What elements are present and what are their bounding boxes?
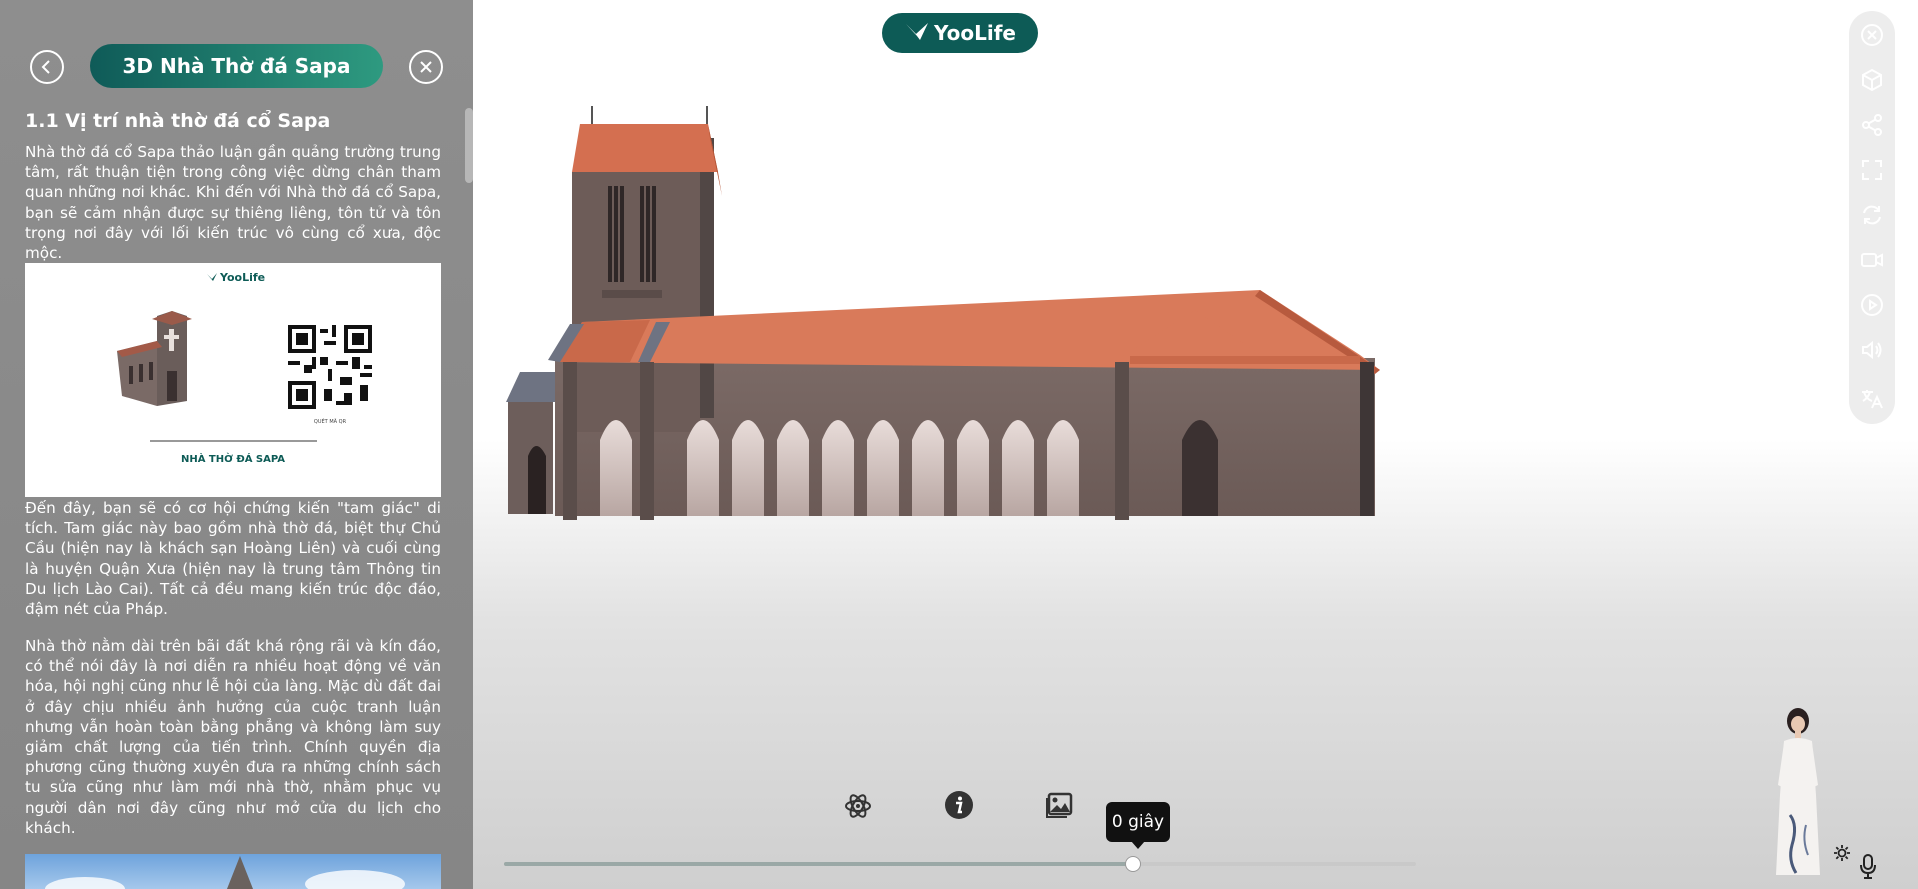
timeline-handle[interactable]: [1125, 856, 1142, 872]
time-tooltip: 0 giây: [1106, 802, 1170, 842]
translate-icon[interactable]: [1860, 387, 1884, 411]
yoolife-logo-icon: [207, 272, 217, 281]
chevron-left-icon: [41, 60, 50, 74]
back-button[interactable]: [30, 50, 64, 84]
card-brand: YooLife: [206, 271, 265, 284]
right-toolbar: [1849, 11, 1895, 424]
sidebar-content[interactable]: 1.1 Vị trí nhà thờ đá cổ Sapa Nhà thờ đá…: [0, 108, 465, 889]
paragraph-3: Nhà thờ nằm dài trên bãi đất khá rộng rã…: [25, 637, 441, 837]
microphone-icon[interactable]: [1858, 853, 1878, 879]
volume-icon[interactable]: [1860, 338, 1884, 362]
section-heading: 1.1 Vị trí nhà thờ đá cổ Sapa: [25, 110, 331, 132]
close-sidebar-button[interactable]: [409, 50, 443, 84]
video-icon[interactable]: [1860, 248, 1884, 272]
church-thumbnail: [117, 311, 192, 406]
gallery-icon[interactable]: [1045, 790, 1075, 820]
yoolife-logo-icon: [906, 23, 928, 40]
church-photo: [25, 854, 441, 889]
play-icon[interactable]: [1860, 293, 1884, 317]
info-card-image: YooLife QUÉT MÃ QR NHÀ THỜ ĐÁ SAPA: [25, 263, 441, 497]
cube-icon[interactable]: [1860, 68, 1884, 92]
card-caption: NHÀ THỜ ĐÁ SAPA: [180, 454, 286, 465]
yoolife-logo[interactable]: YooLife: [882, 13, 1038, 53]
page-title: 3D Nhà Thờ đá Sapa: [90, 44, 383, 88]
fullscreen-icon[interactable]: [1860, 158, 1884, 182]
church-3d-model[interactable]: [500, 100, 1390, 530]
atom-icon[interactable]: [843, 791, 873, 821]
virtual-guide-avatar[interactable]: [1768, 705, 1828, 877]
qr-caption: QUÉT MÃ QR: [313, 419, 347, 425]
logo-text: YooLife: [934, 21, 1016, 45]
sidebar: 3D Nhà Thờ đá Sapa 1.1 Vị trí nhà thờ đá…: [0, 0, 473, 889]
paragraph-1: Nhà thờ đá cổ Sapa thảo luận gần quảng t…: [25, 143, 441, 263]
paragraph-2: Đến đây, bạn sẽ có cơ hội chứng kiến "ta…: [25, 499, 441, 619]
tooltip-arrow: [1131, 841, 1145, 849]
card-brand-text: YooLife: [220, 271, 266, 284]
close-icon[interactable]: [1860, 23, 1884, 47]
card-divider: [150, 440, 317, 442]
info-icon[interactable]: [944, 790, 974, 820]
rotate-icon[interactable]: [1860, 203, 1884, 227]
timeline-progress: [504, 862, 1134, 866]
gear-icon[interactable]: [1833, 844, 1851, 862]
qr-code: [288, 325, 372, 409]
close-icon: [420, 61, 432, 73]
share-icon[interactable]: [1860, 113, 1884, 137]
church-photo-spire: [45, 856, 405, 889]
sidebar-scrollbar[interactable]: [465, 108, 473, 183]
